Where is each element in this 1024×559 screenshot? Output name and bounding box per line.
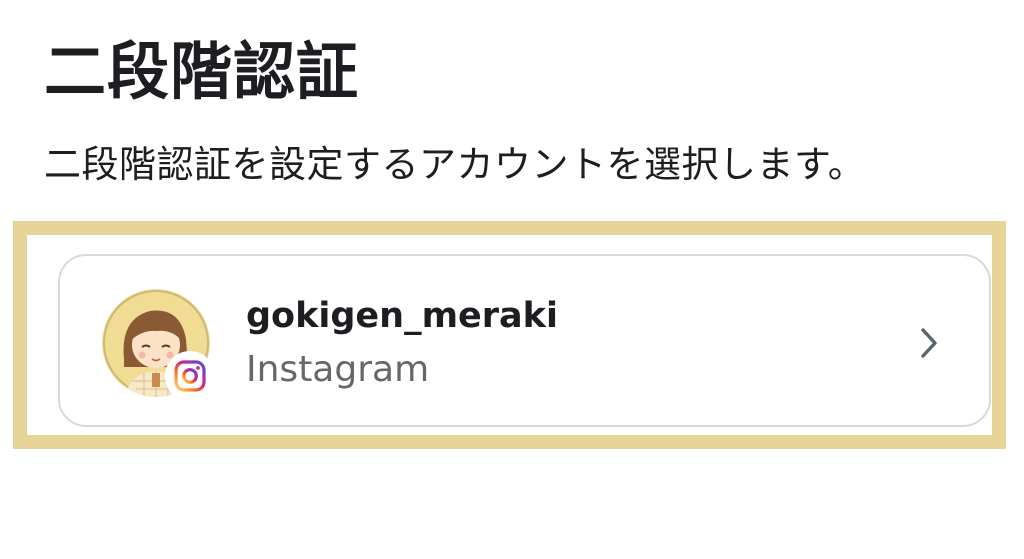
- page-subtitle: 二段階認証を設定するアカウントを選択します。: [44, 143, 866, 186]
- two-factor-page: 二段階認証 二段階認証を設定するアカウントを選択します。 gokigen_mer…: [0, 0, 1024, 559]
- instagram-icon: [174, 360, 206, 392]
- account-username: gokigen_meraki: [246, 296, 558, 336]
- highlight-frame: gokigen_meraki Instagram: [13, 221, 1006, 449]
- page-title: 二段階認証: [44, 35, 360, 108]
- account-card[interactable]: gokigen_meraki Instagram: [58, 254, 991, 427]
- platform-badge: [165, 351, 215, 401]
- chevron-right-icon[interactable]: [915, 324, 943, 362]
- account-platform: Instagram: [246, 349, 430, 390]
